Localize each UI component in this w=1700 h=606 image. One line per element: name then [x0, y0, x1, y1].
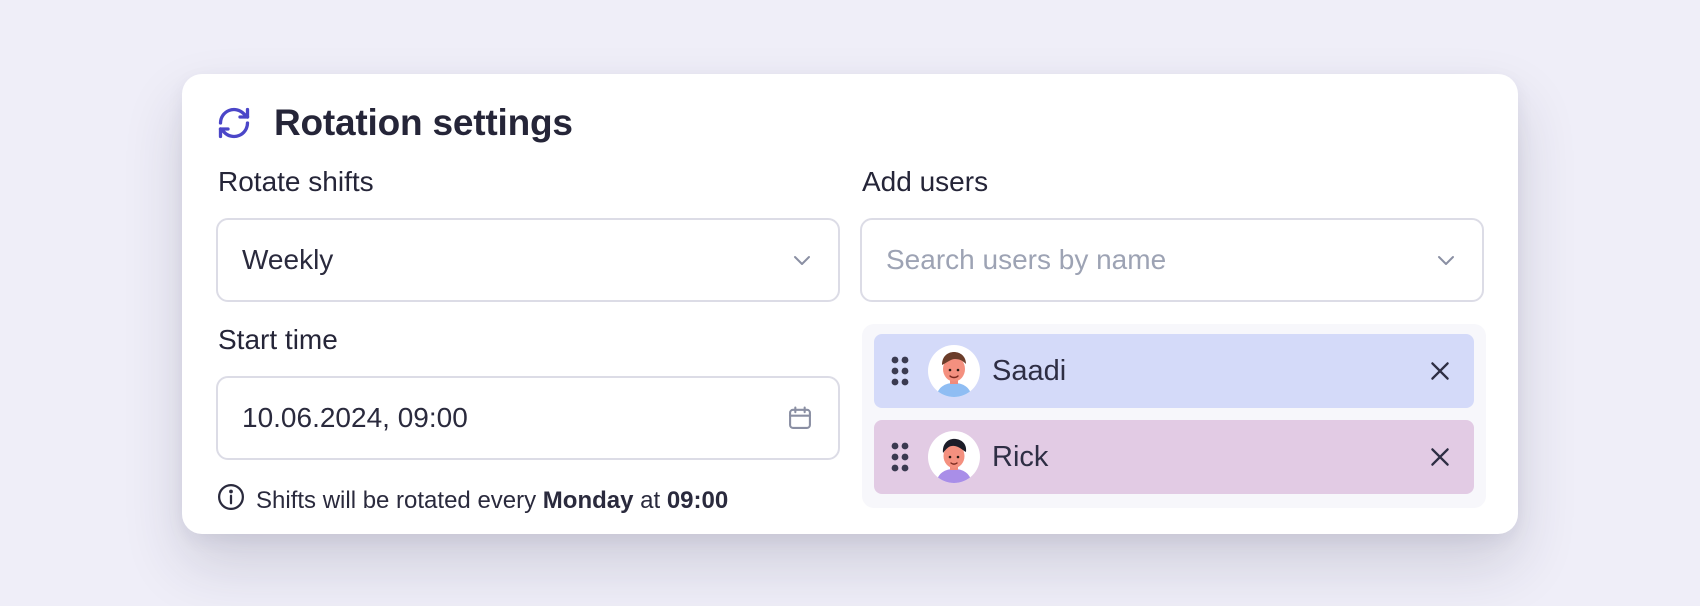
user-search-placeholder: Search users by name — [886, 244, 1167, 275]
user-chip[interactable]: Rick — [874, 420, 1474, 494]
user-name: Saadi — [992, 354, 1067, 387]
hint-middle: at — [640, 486, 661, 514]
selected-users-list: Saadi Rick — [862, 324, 1486, 508]
rotate-shifts-select[interactable]: Weekly — [216, 218, 840, 302]
hint-prefix: Shifts will be rotated every — [256, 486, 537, 514]
chevron-down-icon — [790, 248, 814, 272]
user-name: Rick — [992, 440, 1049, 473]
rotation-settings-card: Rotation settings Rotate shifts Weekly S… — [182, 74, 1518, 534]
card-header: Rotation settings — [216, 102, 573, 144]
add-users-label: Add users — [862, 166, 989, 197]
close-icon[interactable] — [1420, 351, 1460, 391]
user-search-input[interactable]: Search users by name — [860, 218, 1484, 302]
drag-handle-icon[interactable] — [888, 355, 912, 387]
hint-day: Monday — [542, 486, 634, 514]
chevron-down-icon — [1434, 248, 1458, 272]
avatar — [928, 431, 980, 483]
close-icon[interactable] — [1420, 437, 1460, 477]
rotate-shifts-label: Rotate shifts — [218, 166, 374, 197]
page-title: Rotation settings — [274, 102, 573, 143]
info-icon — [216, 482, 246, 519]
rotation-hint: Shifts will be rotated every Monday at 0… — [216, 482, 728, 519]
start-time-input[interactable]: 10.06.2024, 09:00 — [216, 376, 840, 460]
drag-handle-icon[interactable] — [888, 441, 912, 473]
hint-time: 09:00 — [666, 486, 729, 514]
refresh-icon — [216, 105, 252, 141]
calendar-icon[interactable] — [786, 404, 814, 432]
user-chip[interactable]: Saadi — [874, 334, 1474, 408]
rotate-shifts-value: Weekly — [242, 244, 334, 275]
start-time-label: Start time — [218, 324, 338, 355]
start-time-value: 10.06.2024, 09:00 — [242, 402, 468, 433]
avatar — [928, 345, 980, 397]
